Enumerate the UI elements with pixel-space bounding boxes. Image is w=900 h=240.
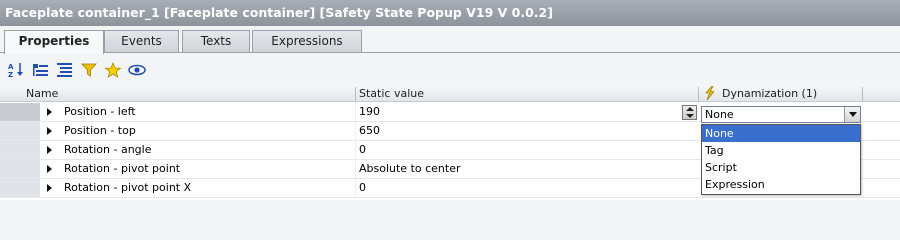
sort-az-icon[interactable]: A Z (8, 62, 26, 79)
chevron-down-icon (849, 112, 857, 117)
dynamization-combobox-value: None (705, 108, 734, 121)
property-value[interactable]: 0 (359, 141, 366, 159)
dropdown-option-expression[interactable]: Expression (702, 176, 860, 193)
column-header-name[interactable]: Name (26, 86, 58, 102)
row-gutter[interactable] (0, 179, 40, 197)
show-categories-icon[interactable] (32, 62, 50, 78)
cell-divider (355, 141, 356, 159)
property-value[interactable]: 650 (359, 122, 380, 140)
row-gutter[interactable] (0, 160, 40, 178)
grid-header: Name Static value Dynamization (1) (0, 85, 900, 102)
row-gutter[interactable] (0, 122, 40, 140)
toolbar: A Z (0, 53, 900, 86)
value-spinner[interactable] (682, 105, 697, 120)
column-divider[interactable] (862, 87, 863, 101)
property-name: Rotation - pivot point (64, 162, 181, 175)
property-value[interactable]: 0 (359, 179, 366, 197)
favorites-icon[interactable] (104, 61, 122, 78)
dynamization-lightning-icon (704, 85, 716, 102)
svg-text:Z: Z (8, 71, 13, 78)
expand-arrow-icon[interactable] (47, 165, 52, 173)
property-name: Rotation - pivot point X (64, 181, 192, 194)
tab-texts[interactable]: Texts (182, 30, 250, 53)
cell-divider (355, 122, 356, 140)
property-name: Position - left (64, 105, 136, 118)
dropdown-button[interactable] (844, 107, 860, 122)
dropdown-option-tag[interactable]: Tag (702, 142, 860, 159)
row-gutter[interactable] (0, 141, 40, 159)
dropdown-option-none[interactable]: None (702, 125, 860, 142)
filter-icon[interactable] (80, 62, 98, 78)
property-name: Rotation - angle (64, 143, 152, 156)
cell-divider (355, 179, 356, 197)
expand-arrow-icon[interactable] (47, 108, 52, 116)
expand-arrow-icon[interactable] (47, 184, 52, 192)
expand-arrow-icon[interactable] (47, 127, 52, 135)
expand-arrow-icon[interactable] (47, 146, 52, 154)
window-title: Faceplate container_1 [Faceplate contain… (0, 0, 900, 26)
row-gutter[interactable] (0, 103, 40, 121)
property-name: Position - top (64, 124, 136, 137)
spinner-down-icon[interactable] (686, 114, 694, 118)
property-value[interactable]: Absolute to center (359, 160, 461, 178)
dynamization-dropdown-list: None Tag Script Expression (701, 124, 861, 195)
dropdown-option-script[interactable]: Script (702, 159, 860, 176)
tab-strip: Properties Events Texts Expressions (0, 26, 900, 54)
tab-properties[interactable]: Properties (4, 30, 104, 54)
column-divider[interactable] (355, 87, 356, 101)
cell-divider (355, 103, 356, 121)
show-all-icon[interactable] (56, 62, 74, 78)
tab-expressions[interactable]: Expressions (252, 30, 362, 53)
column-divider[interactable] (698, 87, 699, 101)
svg-text:A: A (8, 63, 14, 71)
spinner-up-icon[interactable] (686, 107, 694, 111)
tab-events[interactable]: Events (104, 30, 179, 53)
column-header-dynamization[interactable]: Dynamization (1) (722, 86, 817, 102)
dynamization-combobox[interactable]: None (701, 106, 861, 123)
cell-divider (355, 160, 356, 178)
column-header-static-value[interactable]: Static value (359, 86, 424, 102)
show-visible-icon[interactable] (128, 62, 146, 78)
property-value[interactable]: 190 (359, 103, 380, 121)
